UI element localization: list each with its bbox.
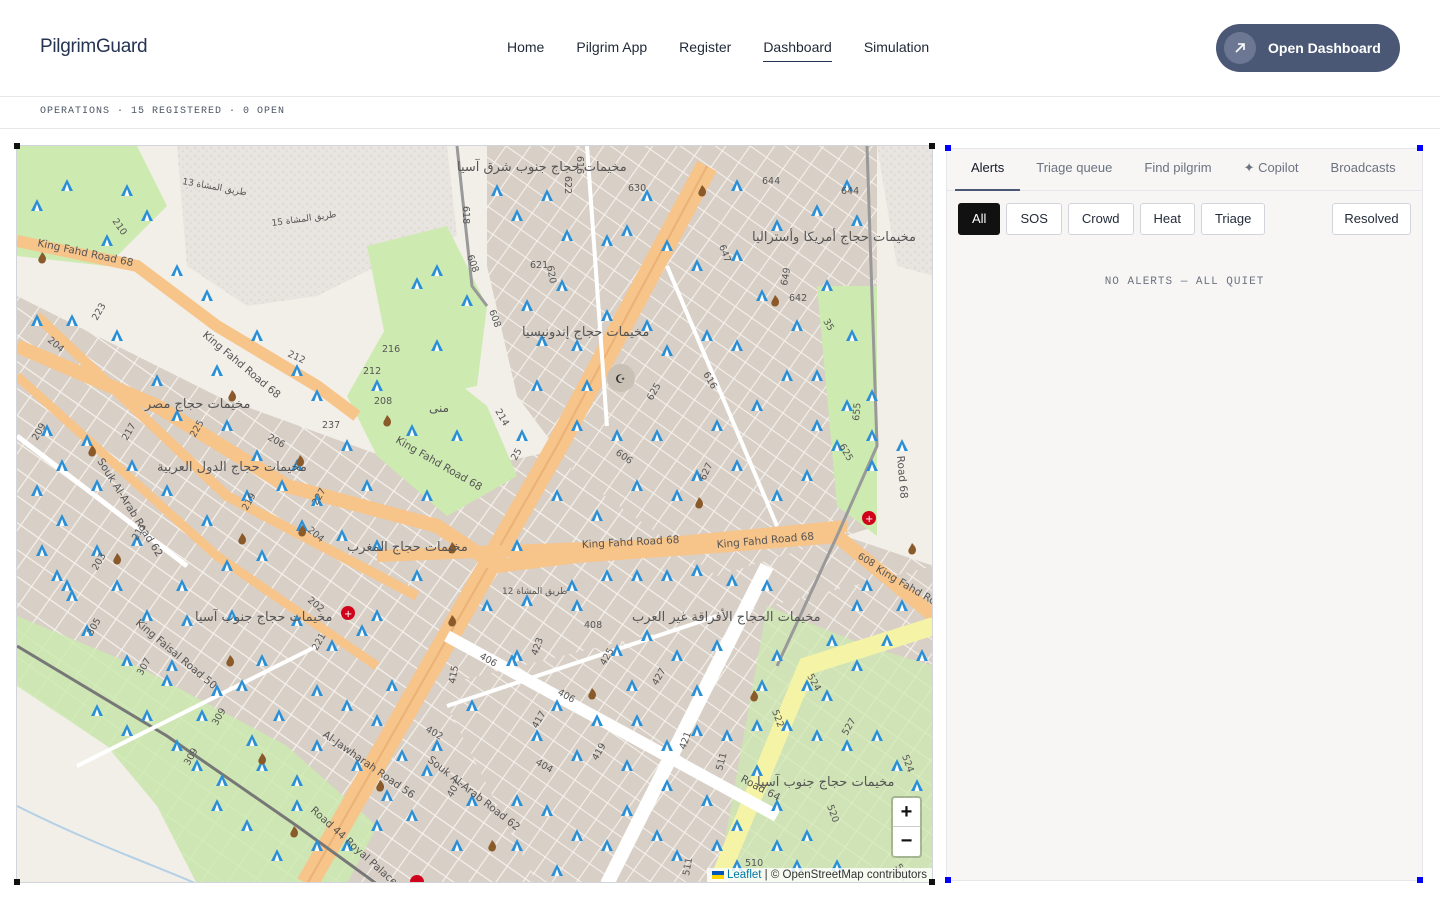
map-label: 630 — [628, 183, 646, 194]
map-label: 237 — [322, 420, 340, 431]
nav-dashboard[interactable]: Dashboard — [763, 39, 832, 62]
tab-copilot[interactable]: ✦ Copilot — [1228, 149, 1315, 191]
svg-text:+: + — [865, 514, 873, 525]
map-label: 208 — [374, 396, 392, 407]
panel-resize-handle[interactable] — [1417, 877, 1423, 883]
map-label: 644 — [762, 176, 780, 187]
arrow-up-right-icon — [1224, 32, 1256, 64]
map-label: منى — [429, 401, 449, 415]
status-strip: OPERATIONS · 15 REGISTERED · 0 OPEN — [0, 97, 1440, 129]
tab-broadcasts[interactable]: Broadcasts — [1315, 149, 1412, 191]
map-label: مخيمات حجاج جنوب آسيا — [757, 773, 894, 790]
leaflet-link[interactable]: Leaflet — [727, 869, 762, 881]
filter-all-button[interactable]: All — [958, 203, 1001, 235]
map-label: 655 — [851, 402, 864, 421]
filter-crowd-button[interactable]: Crowd — [1067, 203, 1134, 235]
map-label: 622 — [562, 176, 573, 194]
map-label: 216 — [382, 344, 400, 355]
nav-pilgrim-app[interactable]: Pilgrim App — [576, 39, 647, 62]
tab-triage-queue[interactable]: Triage queue — [1020, 149, 1128, 191]
nav-register[interactable]: Register — [679, 39, 731, 62]
map-attribution: Leaflet | © OpenStreetMap contributors — [706, 868, 932, 882]
map-corner-handle — [14, 879, 20, 885]
svg-text:☪: ☪ — [615, 372, 626, 386]
map-label: مخيمات حجاج جنوب آسيا — [195, 608, 332, 625]
panel-resize-handle[interactable] — [1417, 145, 1423, 151]
operations-panel: Alerts Triage queue Find pilgrim ✦ Copil… — [946, 148, 1423, 881]
panel-tabs: Alerts Triage queue Find pilgrim ✦ Copil… — [947, 149, 1422, 191]
zoom-in-button[interactable]: + — [893, 798, 920, 827]
resolved-toggle-button[interactable]: Resolved — [1332, 203, 1411, 235]
map-label: 644 — [841, 186, 859, 197]
map-label: 408 — [584, 620, 602, 631]
panel-resize-handle[interactable] — [945, 877, 951, 883]
filter-triage-button[interactable]: Triage — [1200, 203, 1266, 235]
nav-simulation[interactable]: Simulation — [864, 39, 929, 62]
filter-sos-button[interactable]: SOS — [1006, 203, 1062, 235]
map-corner-handle — [929, 143, 935, 149]
main-nav: Home Pilgrim App Register Dashboard Simu… — [507, 39, 961, 62]
map-label: مخيمات الحجاج الأفراقة غير العرب — [632, 608, 821, 625]
map-label: مخيمات حجاج أمريكا وأستراليا — [752, 228, 916, 245]
map-label: 642 — [789, 293, 807, 304]
map-label: مخيمات حجاج إندونيسيا — [522, 325, 649, 340]
filter-heat-button[interactable]: Heat — [1139, 203, 1195, 235]
zoom-control: + − — [891, 796, 922, 858]
map-label: 212 — [363, 366, 381, 377]
attribution-text: | © OpenStreetMap contributors — [764, 869, 927, 881]
zoom-out-button[interactable]: − — [893, 827, 920, 856]
svg-text:+: + — [344, 609, 352, 620]
map-view[interactable]: ☪ + + King Fahd Road 68 King Fahd Road 6… — [16, 145, 933, 883]
map-label: مخيمات حجاج المغرب — [347, 540, 468, 555]
open-dashboard-label: Open Dashboard — [1268, 40, 1381, 56]
map-label: مخيمات حجاج جنوب شرق آسيا — [457, 158, 627, 175]
open-dashboard-button[interactable]: Open Dashboard — [1216, 24, 1400, 72]
top-header: PilgrimGuard Home Pilgrim App Register D… — [0, 0, 1440, 97]
map-tiles[interactable]: ☪ + + King Fahd Road 68 King Fahd Road 6… — [17, 146, 933, 883]
map-label: طريق المشاة 12 — [502, 587, 567, 597]
tab-alerts[interactable]: Alerts — [955, 149, 1021, 191]
nav-home[interactable]: Home — [507, 39, 544, 62]
logo[interactable]: PilgrimGuard — [40, 36, 148, 58]
tab-find-pilgrim[interactable]: Find pilgrim — [1128, 149, 1227, 191]
operations-status: OPERATIONS · 15 REGISTERED · 0 OPEN — [40, 106, 286, 117]
alert-filters: All SOS Crowd Heat Triage — [958, 203, 1266, 235]
map-corner-handle — [14, 143, 20, 149]
map-label: 618 — [460, 206, 471, 224]
map-label: مخيمات حجاج الدول العربية — [157, 460, 307, 475]
empty-alerts-message: NO ALERTS — ALL QUIET — [1104, 276, 1265, 288]
panel-resize-handle[interactable] — [945, 145, 951, 151]
ukraine-flag-icon — [711, 870, 724, 879]
map-corner-handle — [929, 879, 935, 885]
map-label: مخيمات حجاج مصر — [144, 397, 250, 412]
map-label: 616 — [574, 156, 585, 174]
